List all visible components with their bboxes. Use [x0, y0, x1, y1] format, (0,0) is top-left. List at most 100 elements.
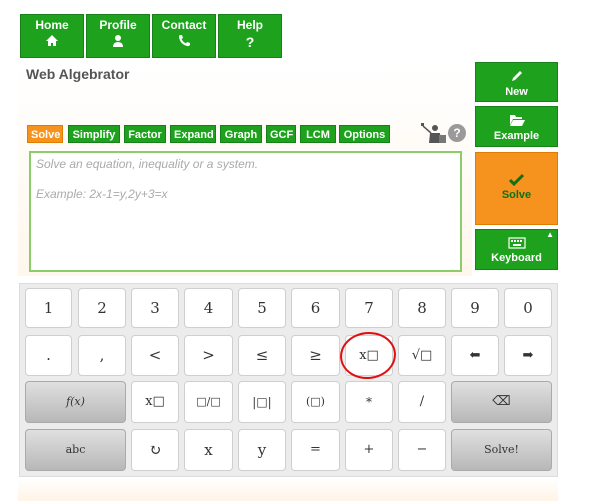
tab-factor[interactable]: Factor	[124, 125, 166, 143]
input-example: Example: 2x-1=y,2y+3=x	[36, 187, 168, 201]
key-label: /	[419, 394, 425, 409]
key-comma[interactable]: ,	[78, 335, 126, 376]
key-label: 5	[257, 299, 267, 317]
key-greater-than[interactable]: >	[184, 335, 233, 376]
key-5[interactable]: 5	[238, 288, 286, 328]
key-x[interactable]: x	[184, 429, 233, 471]
home-icon	[21, 34, 83, 50]
key-parentheses[interactable]: (□)	[291, 381, 340, 423]
key-label: .	[46, 346, 51, 364]
bottom-fade	[18, 478, 558, 501]
key-3[interactable]: 3	[131, 288, 179, 328]
key-y[interactable]: y	[238, 429, 286, 471]
key-1[interactable]: 1	[25, 288, 72, 328]
key-label: *	[366, 395, 372, 409]
key-backspace[interactable]: ⌫	[451, 381, 552, 423]
key-fraction[interactable]: □/□	[184, 381, 233, 423]
key-equals[interactable]: =	[291, 429, 340, 471]
key-absolute[interactable]: |□|	[238, 381, 286, 423]
key-label: f(x)	[66, 395, 85, 408]
caret-up-icon: ▲	[546, 230, 554, 239]
key-label: 4	[203, 299, 214, 317]
key-plus[interactable]: +	[345, 429, 393, 471]
key-less-than[interactable]: <	[131, 335, 179, 376]
nav-home-label: Home	[35, 18, 69, 32]
key-divide[interactable]: /	[398, 381, 446, 423]
backspace-icon: ⌫	[492, 394, 511, 409]
key-label: ≤	[255, 346, 269, 364]
teacher-icon[interactable]	[420, 122, 446, 144]
key-label: −	[416, 442, 428, 457]
undo-icon: ↻	[148, 441, 162, 459]
new-button-label: New	[505, 86, 528, 98]
key-2[interactable]: 2	[78, 288, 126, 328]
problem-input[interactable]: Solve an equation, inequality or a syste…	[29, 151, 462, 272]
key-label: √□	[411, 348, 433, 363]
key-7[interactable]: 7	[345, 288, 393, 328]
tab-simplify[interactable]: Simplify	[68, 125, 120, 143]
app-title: Web Algebrator	[26, 66, 130, 82]
key-right-arrow[interactable]: ➡	[504, 335, 552, 376]
nav-profile-label: Profile	[99, 18, 137, 32]
key-function[interactable]: f(x)	[25, 381, 126, 423]
tab-options[interactable]: Options	[339, 125, 390, 143]
key-label: y	[257, 441, 267, 459]
checkmark-icon	[476, 173, 557, 189]
keyboard-icon	[476, 236, 557, 252]
key-label: =	[310, 442, 321, 457]
tab-expand[interactable]: Expand	[170, 125, 216, 143]
key-label: 8	[417, 299, 427, 317]
key-subscript[interactable]: x□	[131, 381, 179, 423]
key-label: |□|	[252, 395, 272, 409]
key-label: 3	[150, 299, 160, 317]
nav-home[interactable]: Home	[20, 14, 84, 58]
key-label: 1	[43, 299, 54, 317]
nav-contact-label: Contact	[161, 18, 207, 32]
solve-button[interactable]: Solve	[475, 152, 558, 225]
key-less-equal[interactable]: ≤	[238, 335, 286, 376]
key-decimal[interactable]: .	[25, 335, 72, 376]
key-4[interactable]: 4	[184, 288, 233, 328]
tab-gcf[interactable]: GCF	[266, 125, 296, 143]
key-multiply[interactable]: *	[345, 381, 393, 423]
input-placeholder: Solve an equation, inequality or a syste…	[36, 157, 259, 171]
question-icon: ?	[245, 34, 255, 50]
key-label: 7	[364, 299, 374, 317]
key-left-arrow[interactable]: ⬅	[451, 335, 499, 376]
nav-help[interactable]: Help ?	[218, 14, 282, 58]
keyboard-button-label: Keyboard	[491, 252, 542, 264]
example-button[interactable]: Example	[475, 106, 558, 147]
phone-icon	[153, 34, 215, 50]
key-label: 2	[97, 299, 107, 317]
nav-contact[interactable]: Contact	[152, 14, 216, 58]
key-label: abc	[65, 443, 86, 456]
key-label: >	[202, 346, 215, 364]
new-button[interactable]: New	[475, 62, 558, 102]
key-label: 9	[470, 299, 480, 317]
tab-solve[interactable]: Solve	[27, 125, 63, 143]
key-label: +	[363, 442, 375, 457]
key-8[interactable]: 8	[398, 288, 446, 328]
key-greater-equal[interactable]: ≥	[291, 335, 340, 376]
tab-graph[interactable]: Graph	[220, 125, 262, 143]
key-0[interactable]: 0	[504, 288, 552, 328]
help-question-icon[interactable]: ?	[448, 124, 466, 142]
key-label: Solve!	[484, 443, 519, 456]
tab-lcm[interactable]: LCM	[300, 125, 336, 143]
key-abc[interactable]: abc	[25, 429, 126, 471]
key-label: x□	[145, 394, 165, 409]
example-button-label: Example	[493, 130, 540, 142]
key-label: 0	[523, 299, 533, 317]
key-label: 6	[310, 299, 321, 317]
key-undo[interactable]: ↻	[131, 429, 179, 471]
key-solve[interactable]: Solve!	[451, 429, 552, 471]
nav-profile[interactable]: Profile	[86, 14, 150, 58]
key-label: ,	[99, 346, 105, 364]
key-9[interactable]: 9	[451, 288, 499, 328]
keyboard-button[interactable]: Keyboard ▲	[475, 229, 558, 270]
nav-help-label: Help	[236, 18, 263, 32]
key-sqrt[interactable]: √□	[398, 335, 446, 376]
key-label: x	[204, 441, 213, 459]
key-minus[interactable]: −	[398, 429, 446, 471]
key-6[interactable]: 6	[291, 288, 340, 328]
